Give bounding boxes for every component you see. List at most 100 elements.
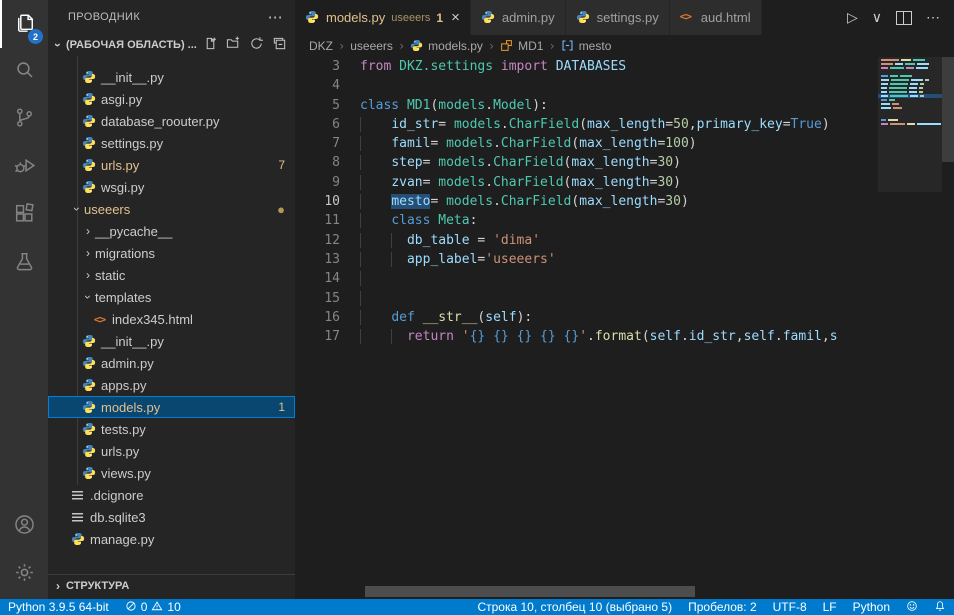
line-number: 6 <box>295 115 340 134</box>
vertical-scrollbar[interactable] <box>942 57 954 162</box>
code-line-5: 5class MD1(models.Model): <box>295 96 878 115</box>
html-file-icon: <> <box>92 312 107 327</box>
tree-item-tests.py[interactable]: tests.py <box>48 418 295 440</box>
code-line-16: 16 def __str__(self): <box>295 308 878 327</box>
search-icon <box>12 57 37 87</box>
activity-account[interactable] <box>0 503 48 551</box>
breadcrumb-models.py[interactable]: models.py <box>410 39 483 53</box>
code-line-6: 6 id_str= models.CharField(max_length=50… <box>295 115 878 134</box>
activity-search[interactable] <box>0 48 48 96</box>
split-editor-icon[interactable] <box>896 11 912 25</box>
activity-testing[interactable] <box>0 240 48 288</box>
status-encoding[interactable]: UTF-8 <box>765 599 815 615</box>
python-file-icon <box>81 136 96 151</box>
run-icon[interactable]: ▷ <box>847 9 858 26</box>
python-file-icon <box>81 180 96 195</box>
tree-item-index345.html[interactable]: <>index345.html <box>48 308 295 330</box>
git-badge: 7 <box>278 158 285 172</box>
code-editor[interactable]: 3from DKZ.settings import DATABASES 4 5c… <box>295 57 878 583</box>
status-indentation[interactable]: Пробелов: 2 <box>680 599 765 615</box>
tab-bar: models.py useeers 1 × admin.py settings.… <box>295 0 954 35</box>
python-file-icon <box>81 70 96 85</box>
tree-item-manage.py[interactable]: manage.py <box>48 528 295 550</box>
run-dropdown-icon[interactable]: ∨ <box>872 9 882 26</box>
breadcrumb: DKZ › useeers › models.py › MD1 › mesto <box>295 35 954 57</box>
python-file-icon <box>81 422 96 437</box>
tree-item-wsgi.py[interactable]: wsgi.py <box>48 176 295 198</box>
tree-item-admin.py[interactable]: admin.py <box>48 352 295 374</box>
breadcrumb-mesto[interactable]: mesto <box>561 39 612 53</box>
status-notifications[interactable] <box>926 599 954 615</box>
activity-run-debug[interactable] <box>0 144 48 192</box>
activity-explorer[interactable]: 2 <box>0 0 48 48</box>
status-python-interpreter[interactable]: Python 3.9.5 64-bit <box>0 599 117 615</box>
tree-item--pycache-[interactable]: ›__pycache__ <box>48 220 295 242</box>
explorer-title: ПРОВОДНИК <box>68 11 140 23</box>
breadcrumb-md1[interactable]: MD1 <box>500 39 543 53</box>
tab-admin.py[interactable]: admin.py <box>471 0 566 35</box>
tree-item-urls.py[interactable]: urls.py7 <box>48 154 295 176</box>
config-file-icon <box>70 510 85 525</box>
tree-item-templates[interactable]: ›templates <box>48 286 295 308</box>
more-icon[interactable]: ⋯ <box>926 9 940 26</box>
html-file-icon: <> <box>680 10 695 25</box>
tree-item-indexlement[interactable]: indexlement <box>48 56 295 66</box>
tree-item-urls.py[interactable]: urls.py <box>48 440 295 462</box>
outline-section-header[interactable]: › СТРУКТУРА <box>48 574 295 597</box>
explorer-more-actions-icon[interactable]: ⋯ <box>268 8 283 26</box>
new-file-icon[interactable] <box>203 36 218 54</box>
tree-item-db.sqlite3[interactable]: db.sqlite3 <box>48 506 295 528</box>
line-number: 8 <box>295 153 340 172</box>
tree-item-static[interactable]: ›static <box>48 264 295 286</box>
new-folder-icon[interactable] <box>226 36 241 54</box>
minimap[interactable] <box>878 57 942 583</box>
tab-settings.py[interactable]: settings.py <box>566 0 670 35</box>
tree-item--init-.py[interactable]: __init__.py <box>48 66 295 88</box>
python-file-icon <box>81 92 96 107</box>
code-line-10: 10 mesto= models.CharField(max_length=30… <box>295 192 878 211</box>
workspace-section-header[interactable]: › (РАБОЧАЯ ОБЛАСТЬ) ... <box>48 34 295 56</box>
tab-aud.html[interactable]: <> aud.html <box>670 0 762 35</box>
breadcrumb-dkz[interactable]: DKZ <box>309 39 333 53</box>
tree-item-models.py[interactable]: models.py1 <box>48 396 295 418</box>
activity-badge: 2 <box>28 29 43 44</box>
tree-item-migrations[interactable]: ›migrations <box>48 242 295 264</box>
chevron-down-icon: › <box>51 39 65 51</box>
tree-item-useeers[interactable]: ›useeers● <box>48 198 295 220</box>
vscode-window: 2 ПРОВОДНИК ⋯ › (РАБОЧАЯ <box>0 0 954 615</box>
tree-item--init-.py[interactable]: __init__.py <box>48 330 295 352</box>
account-icon <box>12 512 37 542</box>
tree-item-apps.py[interactable]: apps.py <box>48 374 295 396</box>
line-number: 17 <box>295 327 340 346</box>
line-number: 16 <box>295 308 340 327</box>
horizontal-scrollbar[interactable] <box>365 586 695 597</box>
python-file-icon <box>81 334 96 349</box>
status-eol[interactable]: LF <box>815 599 845 615</box>
activity-source-control[interactable] <box>0 96 48 144</box>
status-feedback[interactable] <box>898 599 926 615</box>
python-file-icon <box>481 10 496 25</box>
tab-models.py[interactable]: models.py useeers 1 × <box>295 0 471 35</box>
status-cursor-position[interactable]: Строка 10, столбец 10 (выбрано 5) <box>469 599 680 615</box>
activity-extensions[interactable] <box>0 192 48 240</box>
chevron-right-icon: › <box>81 268 95 282</box>
breadcrumb-useeers[interactable]: useeers <box>350 39 393 53</box>
status-problems[interactable]: 0 10 <box>117 599 189 615</box>
tree-item-settings.py[interactable]: settings.py <box>48 132 295 154</box>
code-line-3: 3from DKZ.settings import DATABASES <box>295 57 878 76</box>
tree-item-.dcignore[interactable]: .dcignore <box>48 484 295 506</box>
tree-item-database-roouter.py[interactable]: database_roouter.py <box>48 110 295 132</box>
tree-item-asgi.py[interactable]: asgi.py <box>48 88 295 110</box>
close-icon[interactable]: × <box>451 10 460 25</box>
status-language-mode[interactable]: Python <box>845 599 898 615</box>
collapse-all-icon[interactable] <box>272 36 287 54</box>
line-number: 12 <box>295 231 340 250</box>
activity-settings-gear[interactable] <box>0 551 48 599</box>
status-bar: Python 3.9.5 64-bit 0 10 Строка 10, стол… <box>0 599 954 615</box>
chevron-down-icon: › <box>81 290 95 304</box>
tree-item-views.py[interactable]: views.py <box>48 462 295 484</box>
activity-bar: 2 <box>0 0 48 599</box>
python-file-icon <box>305 10 320 25</box>
refresh-icon[interactable] <box>249 36 264 54</box>
code-line-14: 14 <box>295 269 878 288</box>
